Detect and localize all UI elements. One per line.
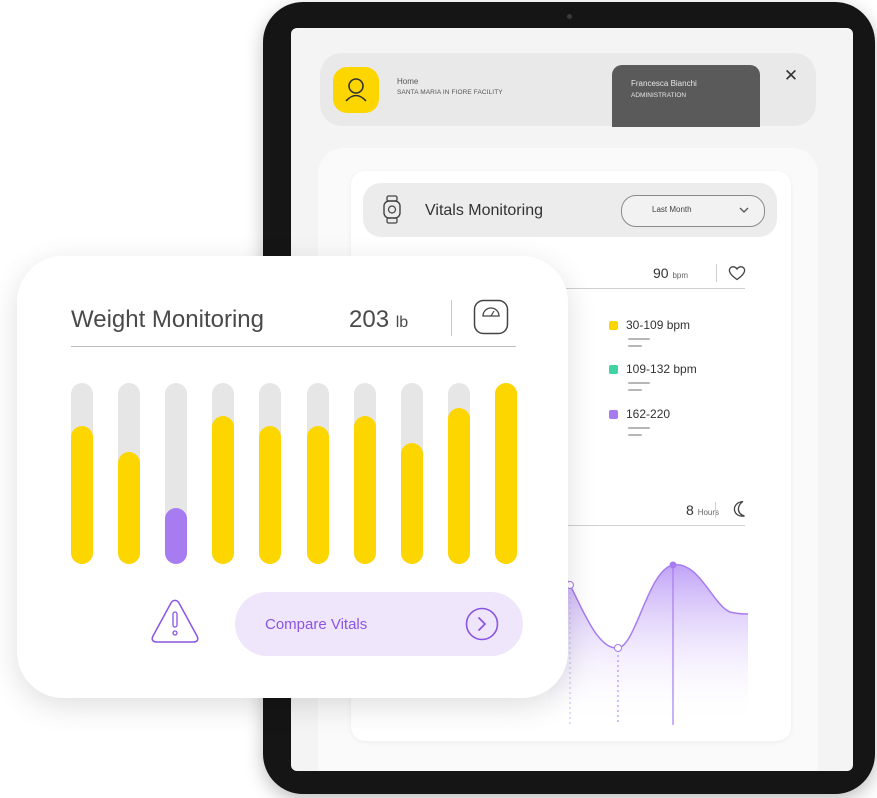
heart-rate-value: 90 bbox=[653, 265, 669, 281]
legend-line bbox=[628, 389, 642, 391]
weight-bar[interactable] bbox=[212, 383, 234, 564]
vitals-header: Vitals Monitoring Last Month bbox=[363, 183, 777, 237]
period-value: Last Month bbox=[652, 205, 692, 214]
warning-triangle-icon[interactable] bbox=[150, 598, 200, 644]
weight-bar-fill bbox=[495, 383, 517, 564]
legend-swatch bbox=[609, 321, 618, 330]
weight-monitoring-card: Weight Monitoring 203 lb Compare Vitals bbox=[17, 256, 568, 698]
moon-icon[interactable] bbox=[732, 500, 748, 518]
weight-bar-fill bbox=[71, 426, 93, 564]
heart-icon[interactable] bbox=[728, 265, 746, 281]
legend-label: 30-109 bpm bbox=[626, 318, 691, 332]
divider bbox=[716, 264, 717, 282]
vitals-title: Vitals Monitoring bbox=[425, 202, 543, 219]
legend-line bbox=[628, 427, 650, 429]
weight-bar[interactable] bbox=[448, 383, 470, 564]
chart-point[interactable] bbox=[669, 561, 677, 569]
compare-vitals-button[interactable]: Compare Vitals bbox=[235, 592, 523, 656]
heart-rate-unit: bpm bbox=[672, 271, 689, 280]
period-select[interactable]: Last Month bbox=[621, 195, 765, 227]
legend-label: 109-132 bpm bbox=[626, 362, 697, 376]
title-underline bbox=[71, 346, 516, 347]
weight-bar[interactable] bbox=[165, 383, 187, 564]
heart-rate-readout: 90 bpm bbox=[653, 265, 688, 281]
weight-bar[interactable] bbox=[307, 383, 329, 564]
smartwatch-icon bbox=[383, 195, 401, 224]
weight-value: 203 bbox=[349, 306, 390, 333]
divider bbox=[715, 502, 716, 518]
weight-bar-fill bbox=[212, 416, 234, 564]
divider bbox=[451, 300, 452, 336]
weight-bar[interactable] bbox=[354, 383, 376, 564]
chart-point[interactable] bbox=[614, 644, 622, 652]
sleep-area bbox=[548, 564, 748, 725]
weight-bar[interactable] bbox=[495, 383, 517, 564]
weight-bar[interactable] bbox=[259, 383, 281, 564]
weight-bar-fill bbox=[165, 508, 187, 564]
legend-line bbox=[628, 338, 650, 340]
legend-line bbox=[628, 434, 642, 436]
weight-title: Weight Monitoring bbox=[71, 306, 264, 333]
weight-bar-fill bbox=[354, 416, 376, 564]
legend-swatch bbox=[609, 365, 618, 374]
chevron-down-icon bbox=[739, 207, 749, 213]
legend-line bbox=[628, 345, 642, 347]
weight-bar[interactable] bbox=[71, 383, 93, 564]
legend-label: 162-220 bbox=[626, 407, 671, 421]
arrow-right-circle-icon bbox=[465, 607, 499, 641]
weight-bar-fill bbox=[259, 426, 281, 564]
sleep-value: 8 bbox=[686, 502, 694, 518]
compare-vitals-label: Compare Vitals bbox=[265, 616, 368, 633]
weight-bar-fill bbox=[307, 426, 329, 564]
legend-line bbox=[628, 382, 650, 384]
weight-readout: 203 lb bbox=[349, 306, 408, 334]
weight-bar-fill bbox=[401, 443, 423, 564]
weight-bar[interactable] bbox=[401, 383, 423, 564]
scale-icon[interactable] bbox=[473, 299, 509, 335]
sleep-area-chart bbox=[548, 561, 748, 725]
weight-unit: lb bbox=[395, 314, 409, 331]
legend-swatch bbox=[609, 410, 618, 419]
weight-bar-fill bbox=[448, 408, 470, 564]
weight-bar[interactable] bbox=[118, 383, 140, 564]
camera-dot bbox=[567, 14, 572, 19]
weight-bar-fill bbox=[118, 452, 140, 564]
